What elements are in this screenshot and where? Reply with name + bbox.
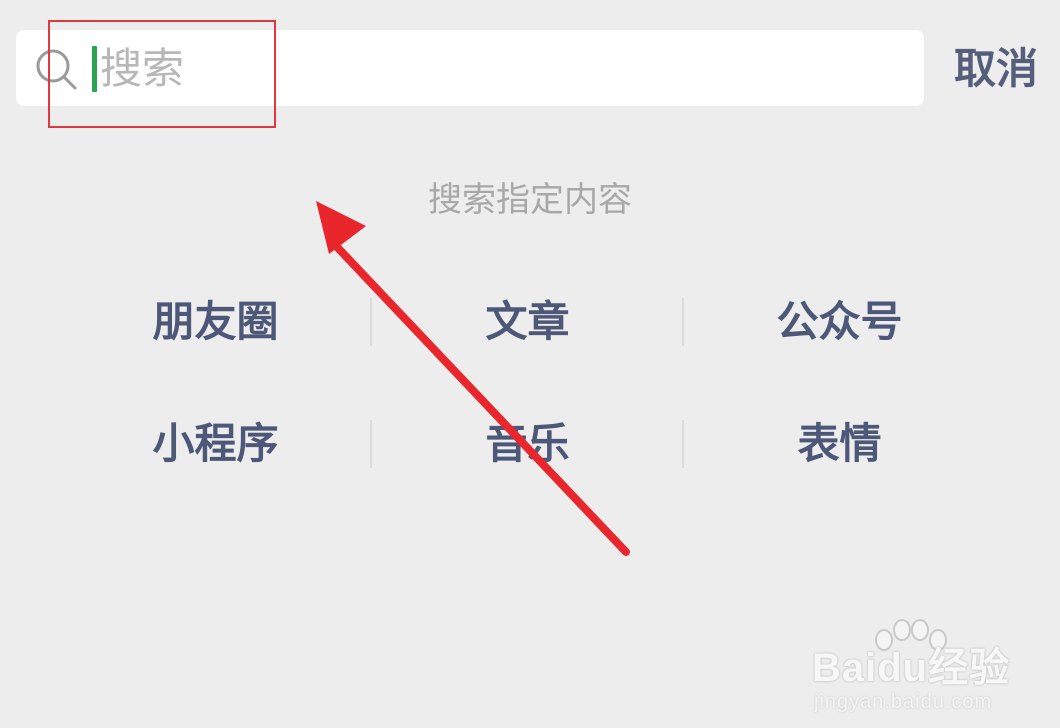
arrow-shaft-icon (334, 244, 630, 556)
watermark-brand: Baidu经验 (812, 646, 1044, 690)
watermark-brand-text: Baidu (812, 646, 929, 690)
baidu-jingyan-watermark: Baidu经验 jingyan.baidu.com (812, 618, 1044, 713)
watermark-suffix: 经验 (928, 646, 1011, 690)
watermark-url: jingyan.baidu.com (814, 691, 993, 713)
